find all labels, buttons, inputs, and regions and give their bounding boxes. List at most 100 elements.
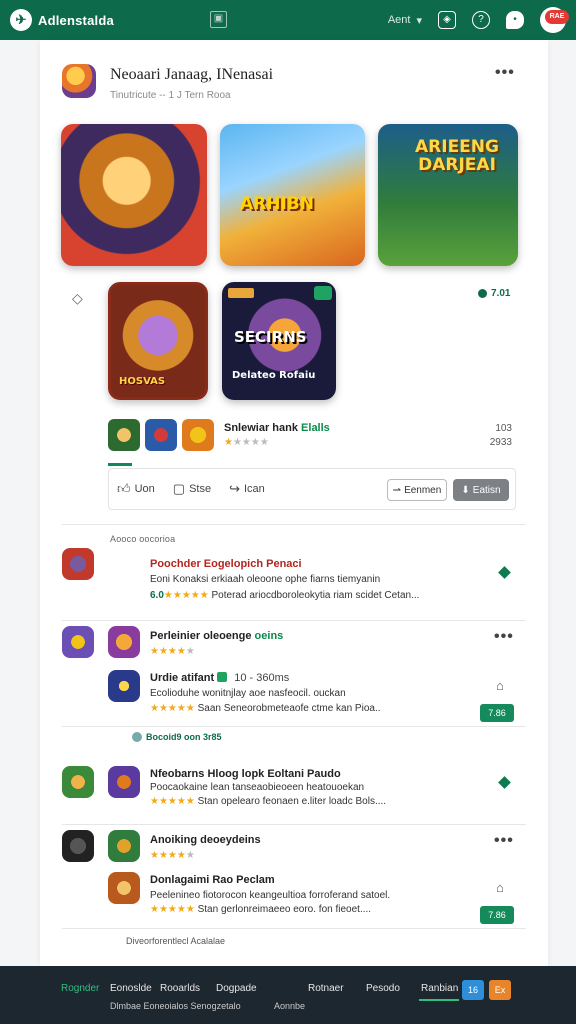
bottom-nav-item[interactable]: Dogpade [216, 983, 257, 994]
screenshot-1[interactable] [61, 124, 207, 266]
more-options-icon[interactable]: ••• [494, 628, 514, 646]
title-highlight: oeins [254, 630, 284, 642]
bookmark-icon[interactable] [498, 566, 511, 579]
bottom-nav-item[interactable]: Ranbian [421, 983, 458, 994]
bookmark-icon[interactable] [498, 776, 511, 789]
list-app-icon[interactable] [62, 766, 94, 798]
home-icon[interactable]: ⌂ [496, 880, 504, 895]
related-title: Snlewiar hank Elalls [224, 422, 330, 434]
avatar-badge: RAE [545, 10, 569, 24]
bottom-nav-bar: Rognder Eonoslde Rooarlds Dogpade Rotnae… [0, 966, 576, 1024]
install-button[interactable]: ⬇ Eatisn [453, 479, 509, 501]
share-icon[interactable]: Ex [489, 980, 511, 1000]
app-icon[interactable] [62, 64, 96, 98]
related-app-icon[interactable] [182, 419, 214, 451]
more-options-icon[interactable]: ••• [494, 832, 514, 850]
screenshot-3[interactable]: ARIEENG DARJEAI [378, 124, 518, 266]
list-item-title: Anoiking deoeydeins [150, 834, 261, 846]
app-header: Neoaari Janaag, INenasai Tinutricute -- … [62, 64, 273, 101]
help-icon[interactable]: ? [472, 11, 490, 29]
stars: ★★★★★ [150, 703, 195, 714]
outline-button[interactable]: ⇀ Eenmen [387, 479, 447, 501]
list-item[interactable]: Bocoid9 oon 3r85 Nfeobarns Hloog lopk Eo… [62, 732, 526, 814]
caret-down-icon: ▾ [416, 14, 422, 27]
bottom-nav-secondary-extra[interactable]: Aonnbe [274, 1001, 305, 1011]
list-item-title: Perleinier oleoenge oeins [150, 630, 283, 642]
bottom-nav-item[interactable]: Rognder [61, 983, 99, 994]
share-button[interactable]: ▢ Stse [173, 481, 211, 497]
image-icon[interactable]: ▣ [210, 11, 227, 28]
list-item-title: Nfeobarns Hloog lopk Eoltani Paudo [150, 768, 341, 780]
related-title-text: Snlewiar hank [224, 422, 298, 434]
star-filled: ★ [224, 437, 233, 448]
price-button[interactable]: 7.86 [480, 704, 514, 722]
link-icon: ⇀ [392, 484, 402, 496]
active-indicator [108, 463, 132, 466]
like-button[interactable]: 👍︎ Uon [117, 481, 155, 497]
list-item-meta: Stan gerlonreimaeeo eoro. fon fieoet.... [197, 904, 372, 915]
stars: ★★★★ [150, 850, 186, 861]
like-label: Uon [134, 483, 155, 495]
list-app-icon[interactable] [108, 626, 140, 658]
bottom-nav-secondary[interactable]: Dlmbae Eoneoialos Senogzetalo [110, 1001, 241, 1011]
gamepad-icon[interactable]: ◈ [438, 11, 456, 29]
related-rating-stars: ★★★★★ [224, 437, 269, 448]
bottom-nav-item[interactable]: Pesodo [366, 983, 400, 994]
screenshot-4[interactable]: HOSVAS [108, 282, 208, 400]
app-logo-icon[interactable]: ✈ [10, 9, 32, 31]
more-options-icon[interactable]: ••• [495, 64, 515, 82]
price-button[interactable]: 7.86 [480, 906, 514, 924]
divider [62, 620, 526, 621]
bottom-nav-item[interactable]: Eonoslde [110, 983, 152, 994]
list-item[interactable]: Perleinier oleoenge oeins ★★★★★ ••• [62, 626, 526, 666]
star-empty: ★ [185, 646, 195, 657]
related-app-icon[interactable] [108, 419, 140, 451]
tag-icon[interactable]: ◇ [72, 290, 83, 307]
list-item[interactable]: Donlagaimi Rao Peclam Peelenineo fiotoro… [62, 872, 526, 928]
list-item-rating: 6.0★★★★★ Poterad ariocdboroleokytia riam… [150, 590, 419, 601]
list-app-icon[interactable] [62, 830, 94, 862]
list-item-meta: Saan Seneorobmeteaofe ctme kan Pioa.. [197, 703, 381, 714]
divider [62, 524, 526, 525]
screenshot-5-caption: Delateo Rofaiu [232, 370, 316, 381]
main-card: Neoaari Janaag, INenasai Tinutricute -- … [40, 40, 548, 966]
forward-button[interactable]: ↪ Ican [229, 481, 265, 497]
related-count-2: 2933 [489, 437, 512, 448]
sub-section-label: Bocoid9 oon 3r85 [132, 732, 222, 742]
list-item[interactable]: Poochder Eogelopich Penaci Eoni Konaksi … [62, 546, 526, 616]
app-title: Neoaari Janaag, INenasai [110, 66, 274, 83]
list-item-meta: Poterad ariocdboroleokytia riam scidet C… [211, 590, 420, 601]
related-app-icon[interactable] [145, 419, 177, 451]
list-app-icon[interactable] [108, 872, 140, 904]
bottom-nav-item[interactable]: Rotnaer [308, 983, 344, 994]
home-icon[interactable]: ⌂ [496, 678, 504, 693]
list-app-icon[interactable] [108, 830, 140, 862]
screenshot-2[interactable]: ARHIBN [220, 124, 365, 266]
account-label: Aent [387, 14, 411, 26]
list-app-icon[interactable] [62, 626, 94, 658]
account-menu[interactable]: Aent ▾ [388, 14, 422, 27]
stars: ★★★★ [150, 646, 186, 657]
chat-icon[interactable]: • [506, 11, 524, 29]
stars: ★★★★★ [150, 904, 195, 915]
title-extra: 10 - 360ms [234, 672, 290, 684]
title-text: Urdie atifant [150, 672, 215, 684]
forward-icon: ↪ [229, 481, 240, 496]
footer-note: Diveorforentlecl Acalalae [126, 936, 226, 946]
list-item-title: Urdie atifant 10 - 360ms [150, 672, 289, 684]
twitter-icon[interactable]: 16 [462, 980, 484, 1000]
list-app-icon[interactable] [62, 548, 94, 580]
top-app-bar: ✈ Adlenstalda ▣ Aent ▾ ◈ ? • RAE [0, 0, 576, 40]
stars: ★★★★★ [163, 590, 209, 601]
list-item[interactable]: Anoiking deoeydeins ★★★★★ ••• [62, 830, 526, 870]
list-item-rating: ★★★★★ Stan gerlonreimaeeo eoro. fon fieo… [150, 904, 371, 915]
brand-name[interactable]: Adlenstalda [38, 13, 114, 28]
list-item[interactable]: Urdie atifant 10 - 360ms Ecolioduhe woni… [62, 670, 526, 726]
screenshot-5[interactable]: SECIRNS Delateo Rofaiu [222, 282, 336, 400]
avatar[interactable]: RAE [540, 7, 569, 33]
list-app-icon[interactable] [108, 670, 140, 702]
list-app-icon[interactable] [108, 766, 140, 798]
bottom-nav-item[interactable]: Rooarlds [160, 983, 200, 994]
star-empty: ★ [185, 850, 195, 861]
info-dot-icon [132, 732, 142, 742]
